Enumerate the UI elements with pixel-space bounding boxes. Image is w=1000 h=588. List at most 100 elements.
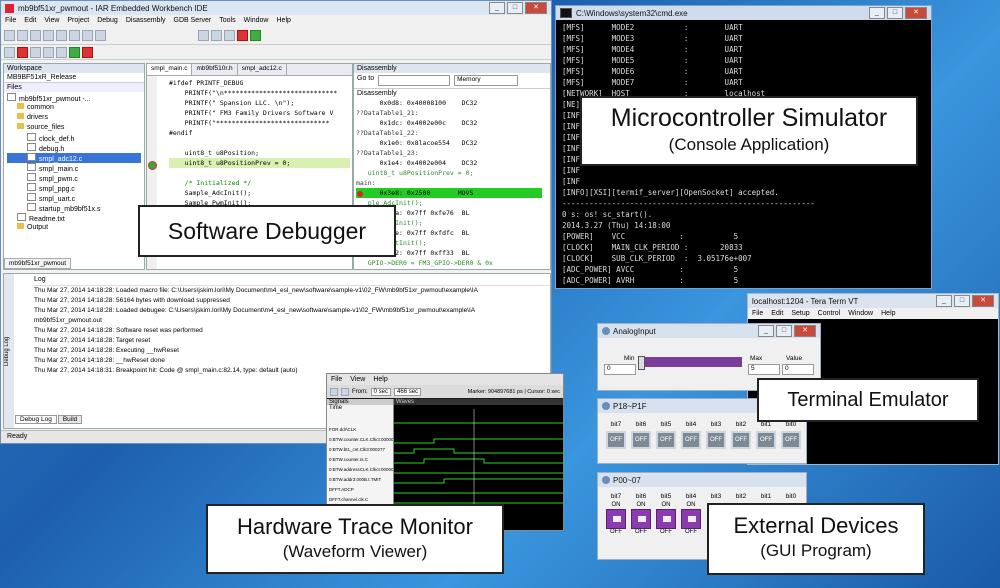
tera-minimize-button[interactable]: _ (936, 295, 952, 307)
redo-icon[interactable] (95, 29, 106, 41)
break-icon[interactable] (82, 46, 93, 58)
tera-close-button[interactable]: ✕ (972, 295, 994, 307)
p00-switch-bit7[interactable] (606, 509, 626, 529)
signal-name[interactable]: 0:BTW.counter.rs.C (327, 455, 393, 465)
p18-toggle-bit7[interactable]: OFF (606, 431, 626, 449)
zoom-out-icon[interactable] (341, 387, 349, 396)
tree-item[interactable]: common (7, 103, 141, 113)
menu-item-help[interactable]: Help (277, 17, 291, 24)
p18-toggle-bit5[interactable]: OFF (656, 431, 676, 449)
signal-name[interactable]: 0:BTW.bt1_cnt.Clk3:000277 (327, 445, 393, 455)
stop-debug-icon[interactable] (17, 46, 28, 58)
p00-switch-bit6[interactable] (631, 509, 651, 529)
tab-smpl-adc12-c[interactable]: smpl_adc12.c (238, 64, 287, 75)
p18-toggle-bit4[interactable]: OFF (681, 431, 701, 449)
wave-menu-view[interactable]: View (350, 376, 365, 383)
tree-item[interactable]: smpl_main.c (7, 163, 141, 173)
workspace-tab[interactable]: mb9bf51xr_pwmout (4, 258, 72, 269)
tree-item[interactable]: drivers (7, 113, 141, 123)
tera-menu-help[interactable]: Help (881, 310, 895, 317)
menu-item-tools[interactable]: Tools (219, 17, 235, 24)
maximize-button[interactable]: □ (507, 2, 523, 14)
signal-name[interactable]: DFFT.ADCP (327, 485, 393, 495)
tree-item[interactable]: debug.h (7, 143, 141, 153)
menu-item-view[interactable]: View (44, 17, 59, 24)
tera-maximize-button[interactable]: □ (954, 295, 970, 307)
tera-menu-file[interactable]: File (752, 310, 763, 317)
p00-switch-bit5[interactable] (656, 509, 676, 529)
max-input[interactable]: 5 (748, 364, 780, 375)
reset-icon[interactable] (4, 46, 15, 58)
workspace-config[interactable]: MB9BF51xR_Release (4, 73, 144, 83)
cmd-close-button[interactable]: ✕ (905, 7, 927, 19)
tree-item[interactable]: smpl_pwm.c (7, 173, 141, 183)
menu-item-disassembly[interactable]: Disassembly (126, 17, 166, 24)
goto-input[interactable] (378, 75, 451, 86)
p18-toggle-bit0[interactable]: OFF (781, 431, 801, 449)
tree-item[interactable]: Readme.txt (7, 213, 141, 223)
compile-icon[interactable] (211, 29, 222, 41)
p18-toggle-bit6[interactable]: OFF (631, 431, 651, 449)
step-into-icon[interactable] (43, 46, 54, 58)
from-input[interactable]: 0 sec (370, 387, 392, 396)
wave-menu-file[interactable]: File (331, 376, 342, 383)
step-out-icon[interactable] (56, 46, 67, 58)
tab-mb9bf510r-h[interactable]: mb9bf510r.h (192, 64, 238, 75)
analog-minimize-button[interactable]: _ (758, 325, 774, 337)
log-tab-build[interactable]: Build (57, 415, 83, 424)
p00-switch-bit4[interactable] (681, 509, 701, 529)
debug-icon[interactable] (250, 29, 261, 41)
tree-item[interactable]: Output (7, 223, 141, 233)
tree-item[interactable]: smpl_ppg.c (7, 183, 141, 193)
analog-maximize-button[interactable]: □ (776, 325, 792, 337)
tab-smpl-main-c[interactable]: smpl_main.c (147, 64, 193, 75)
menu-item-file[interactable]: File (5, 17, 16, 24)
tera-menu-window[interactable]: Window (848, 310, 873, 317)
log-tab-debug-log[interactable]: Debug Log (15, 415, 57, 424)
find-icon[interactable] (198, 29, 209, 41)
make-icon[interactable] (224, 29, 235, 41)
cut-icon[interactable] (43, 29, 54, 41)
tree-item[interactable]: smpl_uart.c (7, 193, 141, 203)
tree-item[interactable]: source_files (7, 123, 141, 133)
undo-icon[interactable] (82, 29, 93, 41)
cmd-maximize-button[interactable]: □ (887, 7, 903, 19)
copy-icon[interactable] (56, 29, 67, 41)
menu-item-project[interactable]: Project (67, 17, 89, 24)
new-file-icon[interactable] (4, 29, 15, 41)
slider-thumb[interactable] (638, 356, 645, 370)
signal-name[interactable]: 0:BTW.counter.CLK.Clkct:00000C (327, 435, 393, 445)
memory-select[interactable]: Memory (454, 75, 519, 86)
tree-item[interactable]: clock_def.h (7, 133, 141, 143)
menu-item-gdb-server[interactable]: GDB Server (174, 17, 212, 24)
cmd-minimize-button[interactable]: _ (869, 7, 885, 19)
menu-item-window[interactable]: Window (244, 17, 269, 24)
tree-item[interactable]: smpl_adc12.c (7, 153, 141, 163)
min-input[interactable]: 0 (604, 364, 636, 375)
tera-menu-setup[interactable]: Setup (791, 310, 809, 317)
log-side-tab[interactable]: Debug Log (4, 274, 14, 428)
menu-item-debug[interactable]: Debug (97, 17, 118, 24)
step-over-icon[interactable] (30, 46, 41, 58)
analog-close-button[interactable]: ✕ (794, 325, 816, 337)
tera-menu-edit[interactable]: Edit (771, 310, 783, 317)
value-input[interactable]: 0 (782, 364, 814, 375)
tree-item[interactable]: mb9bf51xr_pwmout -... (7, 93, 141, 103)
signal-name[interactable]: FOR.ddr\CLK (327, 425, 393, 435)
signal-name[interactable]: 0:BTW.addr3:000B.t.TMIT (327, 475, 393, 485)
close-button[interactable]: ✕ (525, 2, 547, 14)
paste-icon[interactable] (69, 29, 80, 41)
tera-menu-control[interactable]: Control (818, 310, 841, 317)
go-icon[interactable] (69, 46, 80, 58)
p18-toggle-bit1[interactable]: OFF (756, 431, 776, 449)
open-icon[interactable] (17, 29, 28, 41)
signal-name[interactable]: 0:BTW.addressCLK.Clkct:00000 (327, 465, 393, 475)
minimize-button[interactable]: _ (489, 2, 505, 14)
p18-toggle-bit3[interactable]: OFF (706, 431, 726, 449)
breakpoint-icon[interactable] (237, 29, 248, 41)
wave-menu-help[interactable]: Help (373, 376, 387, 383)
save-icon[interactable] (30, 29, 41, 41)
to-input[interactable]: 466 sec (394, 387, 422, 396)
menu-item-edit[interactable]: Edit (24, 17, 36, 24)
tree-item[interactable]: startup_mb9bf51x.s (7, 203, 141, 213)
